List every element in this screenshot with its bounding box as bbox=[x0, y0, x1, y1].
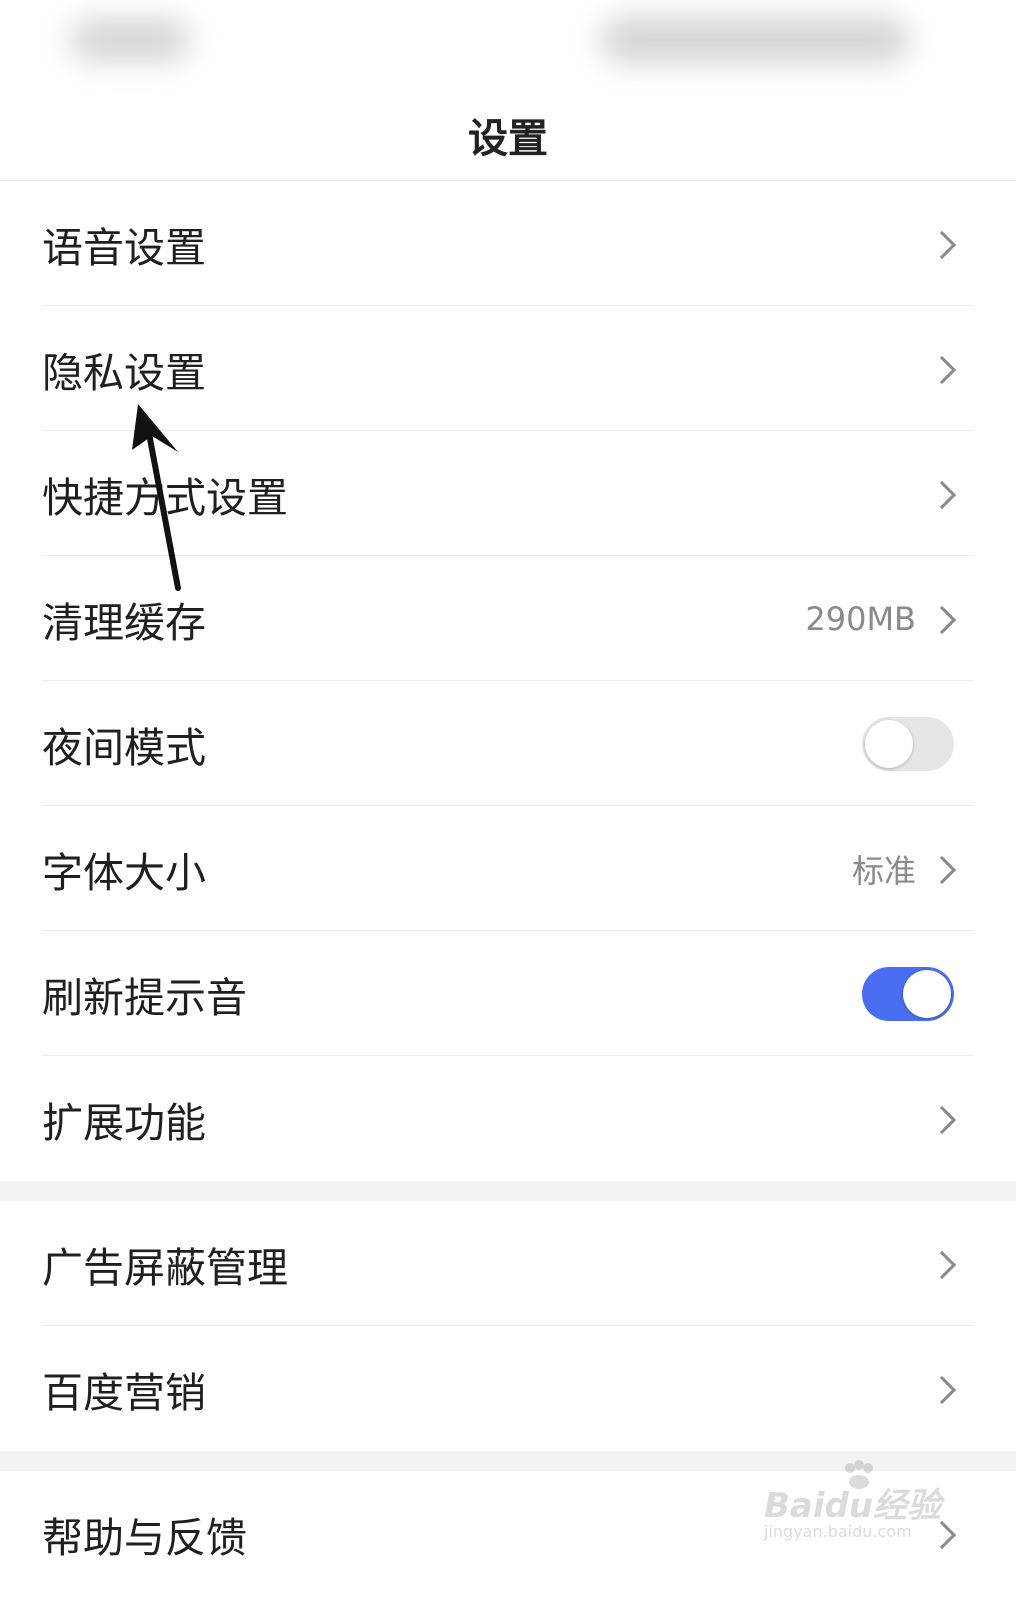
setting-label: 夜间模式 bbox=[42, 723, 206, 772]
setting-label: 扩展功能 bbox=[42, 1098, 206, 1147]
chevron-right-icon bbox=[927, 605, 957, 634]
setting-label: 广告屏蔽管理 bbox=[42, 1243, 288, 1292]
cache-size-value: 290MB bbox=[805, 599, 916, 638]
status-icons-blurred bbox=[600, 16, 910, 64]
setting-label: 帮助与反馈 bbox=[42, 1513, 247, 1562]
setting-row-baidu-marketing[interactable]: 百度营销 bbox=[0, 1326, 1016, 1451]
setting-row-refresh-sound: 刷新提示音 bbox=[0, 931, 1016, 1056]
chevron-right-icon bbox=[927, 480, 957, 509]
setting-label: 刷新提示音 bbox=[42, 973, 247, 1022]
refresh-sound-toggle[interactable] bbox=[862, 966, 954, 1021]
setting-label: 百度营销 bbox=[42, 1368, 206, 1417]
section-separator bbox=[0, 1181, 1016, 1201]
setting-label: 语音设置 bbox=[42, 223, 206, 272]
chevron-right-icon bbox=[927, 355, 957, 384]
chevron-right-icon bbox=[927, 230, 957, 259]
setting-row-ad-block[interactable]: 广告屏蔽管理 bbox=[0, 1201, 1016, 1326]
toggle-knob bbox=[903, 969, 951, 1018]
chevron-right-icon bbox=[927, 1250, 957, 1279]
chevron-right-icon bbox=[927, 1375, 957, 1404]
setting-label: 隐私设置 bbox=[42, 348, 206, 397]
annotation-arrow-icon bbox=[132, 404, 181, 591]
chevron-right-icon bbox=[927, 1105, 957, 1134]
font-size-value: 标准 bbox=[851, 851, 916, 890]
watermark-logo: Baidu经验 bbox=[764, 1486, 942, 1526]
status-bar bbox=[0, 0, 1016, 90]
watermark-url: jingyan.baidu.com bbox=[764, 1522, 912, 1541]
setting-row-extensions[interactable]: 扩展功能 bbox=[0, 1056, 1016, 1181]
chevron-right-icon bbox=[927, 855, 957, 884]
night-mode-toggle[interactable] bbox=[862, 716, 954, 771]
status-time-blurred bbox=[70, 18, 190, 62]
setting-label: 字体大小 bbox=[42, 848, 206, 897]
page-title: 设置 bbox=[468, 116, 548, 162]
setting-row-voice[interactable]: 语音设置 bbox=[0, 181, 1016, 306]
toggle-knob bbox=[865, 719, 913, 768]
setting-row-night-mode: 夜间模式 bbox=[0, 681, 1016, 806]
setting-row-font-size[interactable]: 字体大小 标准 bbox=[0, 806, 1016, 931]
watermark: Baidu经验 jingyan.baidu.com bbox=[760, 1460, 1000, 1550]
header: 设置 bbox=[0, 90, 1016, 181]
